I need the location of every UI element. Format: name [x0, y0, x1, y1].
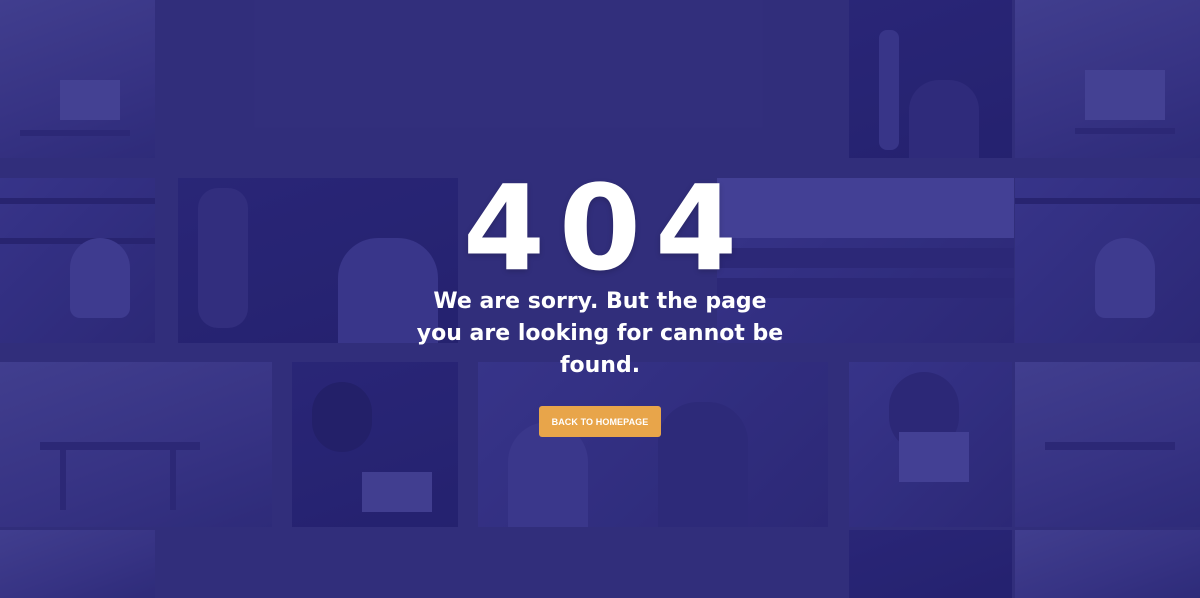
error-message: We are sorry. But the page you are looki…	[416, 289, 784, 378]
error-content: 404 We are sorry. But the page you are l…	[0, 159, 1200, 437]
error-code: 404	[462, 159, 752, 297]
back-to-homepage-button[interactable]: BACK TO HOMEPAGE	[538, 406, 662, 437]
